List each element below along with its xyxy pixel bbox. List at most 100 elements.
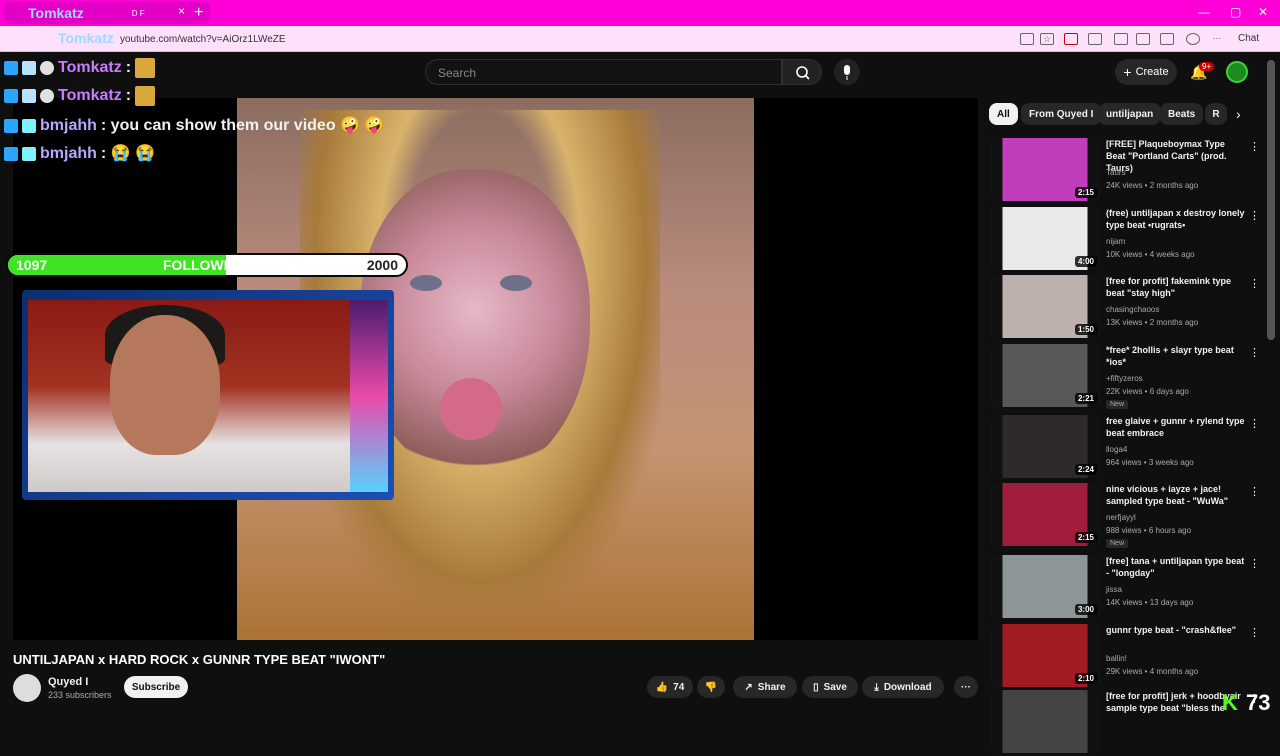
recommendation-title[interactable]: gunnr type beat - "crash&flee" [1106, 624, 1246, 636]
recommendation-title[interactable]: (free) untiljapan x destroy lonely type … [1106, 207, 1246, 231]
recommendation-title[interactable]: free glaive + gunnr + rylend type beat e… [1106, 415, 1246, 439]
collections-icon[interactable] [1160, 33, 1174, 45]
recommendation-channel[interactable]: nijam [1106, 237, 1125, 246]
recommendation-channel[interactable]: +fiftyzeros [1106, 374, 1143, 383]
video-title: UNTILJAPAN x HARD ROCK x GUNNR TYPE BEAT… [13, 652, 386, 667]
recommendation-thumbnail[interactable]: 2:15 [989, 483, 1101, 546]
save-button[interactable]: ▯ Save [802, 676, 858, 698]
recommendation-item[interactable]: 2:15 nine vicious + iayze + jace! sampled… [989, 483, 1264, 549]
more-options-icon[interactable]: ⋮ [1249, 485, 1260, 498]
more-options-icon[interactable]: ⋮ [1249, 626, 1260, 639]
chip-all[interactable]: All [989, 103, 1018, 125]
addr-overlay-title: Tomkatz [58, 30, 114, 46]
followers-goal-bar: 1097 FOLLOWERS 2000 [6, 253, 408, 277]
recommendation-channel[interactable]: lloga4 [1106, 445, 1127, 454]
recommendation-item[interactable]: 2:21 *free* 2hollis + slayr type beat *io… [989, 344, 1264, 410]
account-avatar[interactable] [1226, 61, 1248, 83]
recommendation-thumbnail[interactable]: 4:00 [989, 207, 1101, 270]
share-button[interactable]: ↗ Share [733, 676, 797, 698]
chip-from-quyed[interactable]: From Quyed I [1021, 103, 1102, 125]
dislike-button[interactable]: 👎 [697, 676, 725, 698]
minimize-icon[interactable]: — [1198, 5, 1210, 19]
more-options-icon[interactable]: ⋮ [1249, 140, 1260, 153]
favorites-icon[interactable] [1136, 33, 1150, 45]
webcam-side-art [350, 300, 388, 492]
more-options-icon[interactable]: ⋮ [1249, 209, 1260, 222]
recommendation-thumbnail[interactable]: 2:24 [989, 415, 1101, 478]
plus-icon: + [1123, 64, 1132, 80]
recommendation-thumbnail[interactable]: 2:21 [989, 344, 1101, 407]
new-tab-icon[interactable]: + [194, 4, 203, 22]
recommendation-item[interactable]: 1:50 [free for profit] fakemink type beat… [989, 275, 1264, 341]
recommendation-channel[interactable]: jissa [1106, 585, 1122, 594]
recommendation-item[interactable]: 4:00 (free) untiljapan x destroy lonely t… [989, 207, 1264, 273]
chat-button[interactable]: Chat [1238, 33, 1259, 44]
recommendation-channel[interactable]: nerfjayyl [1106, 513, 1136, 522]
recommendation-title[interactable]: [FREE] Plaqueboymax Type Beat "Portland … [1106, 138, 1246, 174]
recommendation-title[interactable]: [free] tana + untiljapan type beat - "lo… [1106, 555, 1246, 579]
search-button[interactable] [782, 59, 822, 85]
recommendation-title[interactable]: nine vicious + iayze + jace! sampled typ… [1106, 483, 1246, 507]
tab-title: Tomkatz [28, 5, 84, 21]
profile-icon[interactable] [1186, 33, 1200, 45]
recommendation-item[interactable]: 3:00 [free] tana + untiljapan type beat -… [989, 555, 1264, 621]
chip-beats[interactable]: Beats [1160, 103, 1204, 125]
recommendation-thumbnail[interactable]: 1:50 [989, 275, 1101, 338]
recommendation-channel[interactable]: ballin! [1106, 654, 1127, 663]
puzzle-icon[interactable] [1088, 33, 1102, 45]
url-text[interactable]: youtube.com/watch?v=AiOrz1LWeZE [120, 34, 286, 45]
close-tab-icon[interactable]: × [178, 5, 190, 17]
channel-subscribers: 233 subscribers [48, 690, 112, 700]
search-input[interactable]: Search [425, 59, 782, 85]
duration-badge: 2:24 [1074, 464, 1097, 475]
recommendation-thumbnail[interactable]: 3:00 [989, 555, 1101, 618]
star-icon[interactable]: ☆ [1040, 33, 1054, 45]
recommendation-channel[interactable]: Taurs [1106, 168, 1126, 177]
recommendation-item[interactable]: 2:15 [FREE] Plaqueboymax Type Beat "Portl… [989, 138, 1264, 204]
new-badge: New [1106, 539, 1129, 548]
address-bar[interactable]: Tomkatz youtube.com/watch?v=AiOrz1LWeZE … [0, 26, 1280, 52]
translate-icon[interactable] [1020, 33, 1034, 45]
chevron-right-icon[interactable]: › [1236, 106, 1241, 122]
chat-message: bmjahh : you can show them our video 🤪 🤪 [4, 115, 384, 137]
recommendation-item[interactable]: 2:10 gunnr type beat - "crash&flee" ballin… [989, 624, 1264, 690]
duration-badge: 2:15 [1074, 187, 1097, 198]
channel-name[interactable]: Quyed I [48, 676, 88, 688]
close-window-icon[interactable]: ✕ [1258, 5, 1268, 19]
badge-icon [4, 61, 18, 75]
page-scrollbar[interactable] [1267, 60, 1275, 340]
recommendation-thumbnail[interactable]: 2:15 [989, 138, 1101, 201]
recommendation-item[interactable]: 2:24 free glaive + gunnr + rylend type be… [989, 415, 1264, 481]
duration-badge: 1:50 [1074, 324, 1097, 335]
chat-text: : [125, 87, 132, 104]
followers-label: FOLLOWERS [163, 257, 253, 273]
maximize-icon[interactable]: ▢ [1230, 5, 1241, 19]
subscribe-button[interactable]: Subscribe [124, 676, 188, 698]
more-options-icon[interactable]: ⋮ [1249, 557, 1260, 570]
extension-icon[interactable] [1064, 33, 1078, 45]
chat-user: bmjahh [40, 145, 97, 162]
recommendation-channel[interactable]: chasingchaoos [1106, 305, 1159, 314]
chip-untiljapan[interactable]: untiljapan [1098, 103, 1162, 125]
split-icon[interactable] [1114, 33, 1128, 45]
more-options-icon[interactable]: ⋮ [1249, 346, 1260, 359]
more-actions-button[interactable]: ··· [954, 676, 978, 698]
recommendation-thumbnail[interactable]: 2:10 [989, 624, 1101, 687]
channel-avatar[interactable] [13, 674, 41, 702]
more-options-icon[interactable]: ⋮ [1249, 417, 1260, 430]
mic-button[interactable] [834, 59, 860, 85]
chat-message: Tomkatz : [4, 85, 156, 107]
more-options-icon[interactable]: ⋮ [1249, 277, 1260, 290]
recommendation-meta: 29K views • 4 months ago [1106, 667, 1199, 676]
like-button[interactable]: 👍 74 [647, 676, 693, 698]
recommendation-thumbnail[interactable] [989, 690, 1101, 753]
recommendation-meta: 13K views • 2 months ago [1106, 318, 1199, 327]
chip-r[interactable]: R [1205, 103, 1227, 125]
recommendation-title[interactable]: *free* 2hollis + slayr type beat *ios* [1106, 344, 1246, 368]
new-badge: New [1106, 400, 1129, 409]
create-button[interactable]: + Create [1115, 59, 1177, 85]
download-button[interactable]: ⤓ Download [862, 676, 944, 698]
more-icon[interactable]: ··· [1210, 33, 1224, 45]
recommendation-title[interactable]: [free for profit] fakemink type beat "st… [1106, 275, 1246, 299]
chat-text: : 😭 😭 [100, 145, 155, 162]
